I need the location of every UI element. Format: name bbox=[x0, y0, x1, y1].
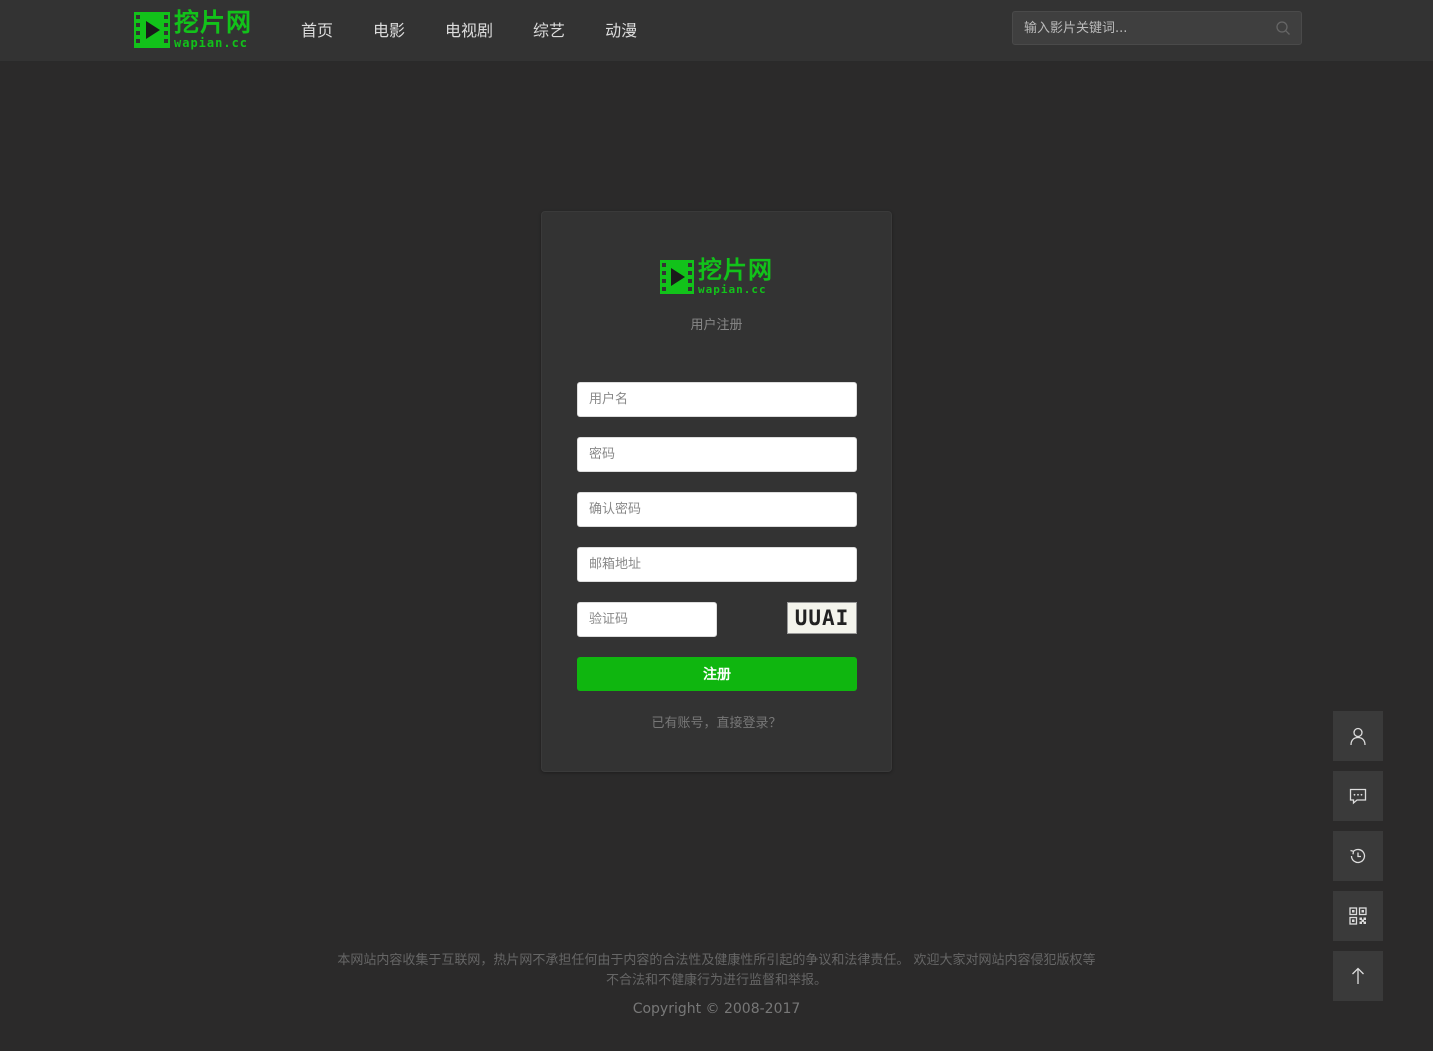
search-icon[interactable] bbox=[1275, 20, 1291, 36]
nav-tv-series[interactable]: 电视剧 bbox=[445, 20, 493, 42]
captcha-field[interactable] bbox=[577, 602, 717, 637]
user-icon bbox=[1350, 727, 1366, 746]
card-logo: 挖片网 wapian.cc bbox=[660, 258, 773, 295]
nav-anime[interactable]: 动漫 bbox=[605, 20, 637, 42]
history-icon bbox=[1350, 848, 1366, 864]
history-button[interactable] bbox=[1333, 831, 1383, 881]
top-header: 挖片网 wapian.cc 首页 电影 电视剧 综艺 动漫 bbox=[0, 0, 1433, 62]
search-box bbox=[1012, 11, 1302, 45]
register-card: 挖片网 wapian.cc 用户注册 UUAI 注册 已有账号，直接登录？ bbox=[541, 211, 892, 772]
site-logo[interactable]: 挖片网 wapian.cc bbox=[134, 10, 252, 52]
search-input[interactable] bbox=[1013, 12, 1263, 44]
film-logo-icon bbox=[134, 12, 170, 48]
card-logo-domain: wapian.cc bbox=[698, 283, 767, 296]
password-field[interactable] bbox=[577, 437, 857, 472]
message-icon bbox=[1349, 788, 1367, 805]
qrcode-icon bbox=[1349, 907, 1367, 925]
form-title: 用户注册 bbox=[690, 318, 743, 333]
card-logo-title: 挖片网 bbox=[698, 256, 773, 284]
film-logo-icon bbox=[660, 260, 694, 294]
email-field[interactable] bbox=[577, 547, 857, 582]
login-link[interactable]: 已有账号，直接登录？ bbox=[542, 712, 891, 731]
username-field[interactable] bbox=[577, 382, 857, 417]
logo-title: 挖片网 bbox=[174, 8, 253, 37]
captcha-image[interactable]: UUAI bbox=[787, 602, 857, 634]
register-button[interactable]: 注册 bbox=[577, 657, 857, 691]
nav-movies[interactable]: 电影 bbox=[373, 20, 405, 42]
main-nav: 首页 电影 电视剧 综艺 动漫 bbox=[301, 20, 677, 42]
feedback-button[interactable] bbox=[1333, 771, 1383, 821]
user-button[interactable] bbox=[1333, 711, 1383, 761]
nav-home[interactable]: 首页 bbox=[301, 20, 333, 42]
footer-disclaimer: 本网站内容收集于互联网，热片网不承担任何由于内容的合法性及健康性所引起的争议和法… bbox=[337, 953, 1096, 988]
confirm-password-field[interactable] bbox=[577, 492, 857, 527]
nav-variety[interactable]: 综艺 bbox=[533, 20, 565, 42]
logo-domain: wapian.cc bbox=[174, 36, 249, 50]
page-footer: 本网站内容收集于互联网，热片网不承担任何由于内容的合法性及健康性所引起的争议和法… bbox=[0, 951, 1433, 1017]
footer-copyright: Copyright © 2008-2017 bbox=[632, 1001, 801, 1017]
qrcode-button[interactable] bbox=[1333, 891, 1383, 941]
